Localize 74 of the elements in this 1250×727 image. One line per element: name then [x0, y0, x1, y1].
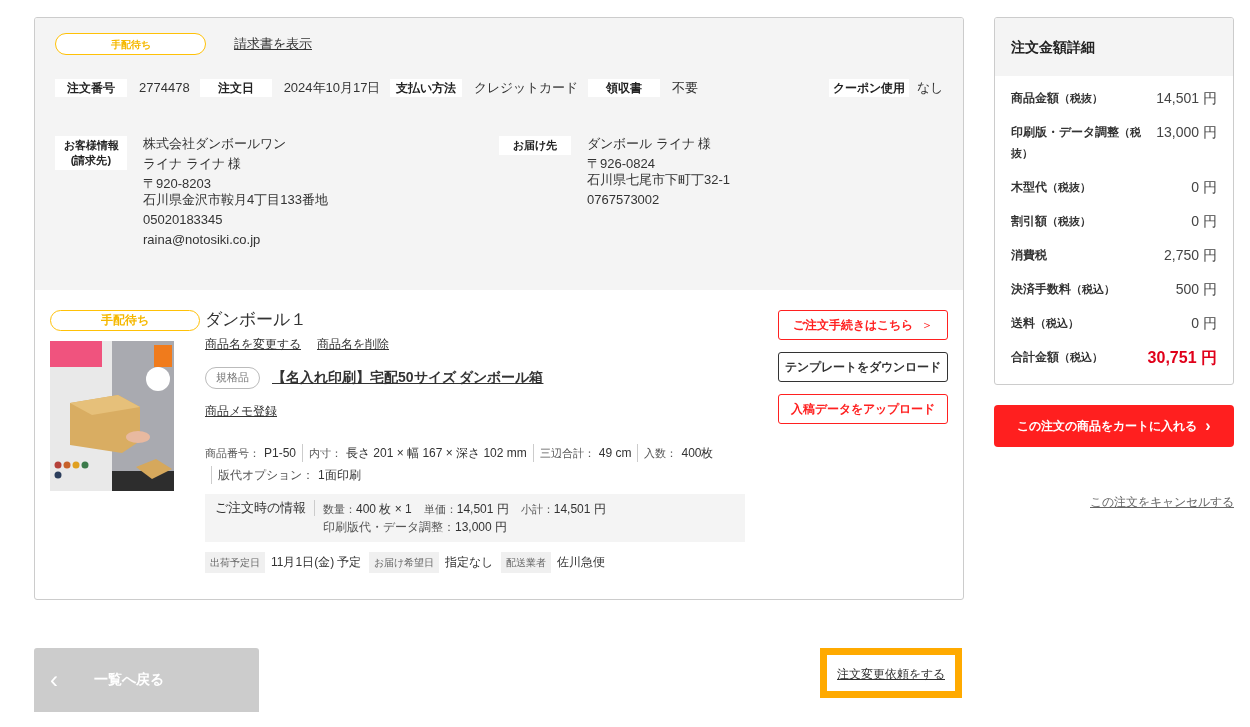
address-line: 株式会社ダンボールワン [143, 135, 287, 152]
shipping-label: 配送業者 [501, 551, 552, 573]
summary-value: 0 円 [1191, 212, 1217, 231]
shipping-value: 11月1日(金) 予定 [271, 554, 362, 571]
field-label: 領収書 [588, 78, 661, 97]
action-button[interactable]: ご注文手続きはこちら ＞ [778, 309, 948, 340]
summary-label: 木型代（税抜） [1011, 179, 1091, 196]
spec-label: 入数： [644, 445, 678, 461]
summary-label: 消費税 [1011, 247, 1047, 264]
address-line: 石川県金沢市鞍月4丁目133番地 [143, 191, 328, 208]
order-info-item: 印刷版代・データ調整：13,000 円 [323, 518, 509, 536]
address-line: ダンボール ライナ 様 [587, 135, 713, 152]
spec-label: 版代オプション： [218, 466, 314, 484]
address-line: 石川県七尾市下町丁32-1 [587, 171, 731, 188]
address-line: 0767573002 [587, 191, 661, 208]
shipping-label: 出荷予定日 [205, 551, 265, 573]
field-value: 2024年10月17日 [283, 79, 381, 97]
rename-link[interactable]: 商品名を変更する [205, 334, 301, 353]
spec-label: 商品番号： [205, 445, 260, 461]
summary-value: 13,000 円 [1156, 123, 1217, 142]
spec-label: 内寸： [309, 445, 343, 461]
summary-label: 送料（税込） [1011, 315, 1079, 332]
shipping-label: お届け希望日 [369, 551, 440, 573]
status-pill: 手配待ち [55, 33, 206, 55]
invoice-link[interactable]: 請求書を表示 [234, 34, 312, 54]
order-info-item: 小計：14,501 円 [520, 500, 606, 518]
field-label: 注文番号 [55, 78, 127, 97]
spec-label: 三辺合計： [539, 445, 595, 461]
address-line: 〒926-0824 [587, 155, 656, 172]
order-info-item: 数量：400 枚 × 1 [323, 500, 412, 518]
field-value: 2774478 [139, 79, 190, 97]
field-value: なし [917, 79, 943, 97]
field-label: お客様情報 (請求先) [55, 135, 127, 170]
action-button[interactable]: テンプレートをダウンロード [778, 351, 948, 382]
memo-link[interactable]: 商品メモ登録 [205, 401, 277, 420]
field-value: クレジットカード [474, 79, 579, 97]
address-line: 〒920-8203 [143, 175, 212, 192]
summary-title: 注文金額詳細 [1011, 37, 1095, 57]
summary-value: 14,501 円 [1156, 89, 1217, 108]
summary-value: 2,750 円 [1164, 246, 1217, 265]
order-info-title: ご注文時の情報 [215, 499, 315, 516]
order-info-item: 単価：14,501 円 [423, 500, 509, 518]
summary-value: 500 円 [1175, 280, 1217, 299]
field-value: 不要 [672, 79, 699, 97]
summary-label: 決済手数料（税込） [1011, 281, 1115, 298]
summary-label: 合計金額（税込） [1011, 349, 1103, 366]
spec-value: 400枚 [681, 444, 714, 462]
spec-value: 長さ 201 × 幅 167 × 深さ 102 mm [346, 444, 527, 462]
action-button[interactable]: 入稿データをアップロード [778, 393, 948, 424]
product-name: ダンボール１ [205, 309, 308, 330]
spec-value: 1面印刷 [318, 466, 361, 484]
summary-label: 商品金額（税抜） [1011, 90, 1103, 107]
address-line: raina@notosiki.co.jp [143, 231, 262, 248]
summary-label: 割引額（税抜） [1011, 213, 1091, 230]
field-label: お届け先 [499, 135, 571, 155]
spec-value: 49 cm [598, 444, 632, 462]
chevron-icon: › [1205, 414, 1211, 438]
shipping-value: 佐川急便 [557, 554, 606, 571]
chevron-icon: ‹ [50, 661, 58, 698]
address-line: 05020183345 [143, 211, 224, 228]
summary-value: 0 円 [1191, 178, 1217, 197]
field-label: クーポン使用 [829, 78, 909, 97]
summary-value: 0 円 [1191, 314, 1217, 333]
product-link[interactable]: 【名入れ印刷】宅配50サイズ ダンボール箱 [272, 367, 544, 388]
field-label: 注文日 [199, 78, 272, 97]
add-to-cart-button[interactable]: この注文の商品をカートに入れる › [994, 405, 1234, 447]
shipping-value: 指定なし [445, 554, 494, 571]
cancel-link[interactable]: この注文をキャンセルする [1090, 493, 1234, 511]
field-label: 支払い方法 [390, 78, 463, 97]
summary-label: 印刷版・データ調整（税抜） [1011, 124, 1142, 161]
address-line: ライナ ライナ 様 [143, 155, 243, 172]
summary-value: 30,751 円 [1147, 348, 1217, 368]
spec-value: P1-50 [264, 444, 297, 462]
delete-link[interactable]: 商品名を削除 [317, 334, 389, 353]
